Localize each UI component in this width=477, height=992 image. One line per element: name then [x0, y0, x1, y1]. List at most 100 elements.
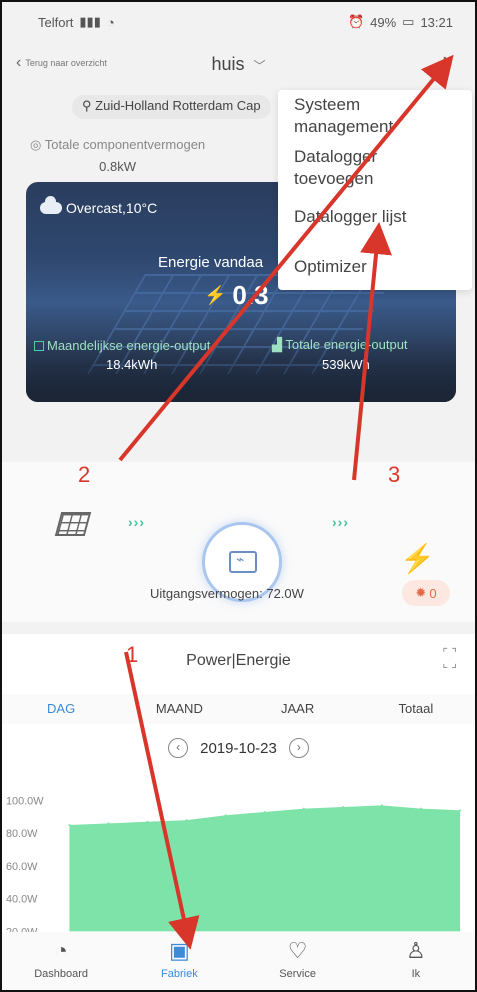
nav-ik[interactable]: ♙ Ik: [357, 932, 475, 990]
period-tabs: DAG MAAND JAAR Totaal: [2, 694, 475, 724]
monthly-output-label: Maandelijkse energie-output: [47, 338, 211, 353]
power-area-series: [69, 805, 461, 932]
annotation-label-2: 2: [78, 462, 91, 487]
tab-year[interactable]: JAAR: [239, 694, 357, 724]
energy-today-value: 0.3: [232, 280, 269, 310]
component-power: ◎ Totale componentvermogen 0.8kW: [30, 137, 205, 174]
next-day-button[interactable]: ›: [288, 738, 309, 758]
location-pill: ⚲ Zuid-Holland Rotterdam Cap: [72, 95, 271, 119]
location-text: Zuid-Holland Rotterdam Cap: [95, 98, 261, 113]
y-tick-label: 40.0W: [6, 894, 38, 906]
tab-month[interactable]: MAAND: [120, 694, 238, 724]
menu-item-label: Datalogger: [294, 147, 378, 166]
data-point: [302, 807, 305, 810]
data-point: [107, 822, 110, 825]
cloud-icon: [40, 196, 62, 214]
solar-panel-icon: [54, 512, 92, 536]
add-menu: Systeem management Datalogger toevoegen …: [278, 90, 472, 290]
chevron-down-icon: ﹀: [253, 59, 266, 73]
status-bar: Telfort ▮▮▮ ◔ ⏰ 49% ▭ 13:21: [2, 2, 475, 42]
menu-item-label: toevoegen: [294, 169, 374, 188]
clock-time: 13:21: [420, 14, 453, 30]
plant-selector[interactable]: huis ﹀: [2, 54, 475, 75]
annotation-label-3: 3: [388, 462, 401, 487]
battery-icon: ▭: [402, 14, 415, 29]
service-icon: ♡: [287, 938, 308, 963]
carrier-label: Telfort: [38, 14, 74, 30]
menu-item-datalogger-list[interactable]: Datalogger lijst: [294, 206, 406, 228]
y-tick-label: 100.0W: [6, 795, 44, 807]
inverter-icon: [229, 551, 257, 573]
nav-label: Dashboard: [34, 968, 89, 980]
chart-title: Power|Energie: [186, 652, 291, 669]
nav-service[interactable]: ♡ Service: [239, 932, 357, 990]
menu-item-add-datalogger[interactable]: Datalogger toevoegen: [294, 146, 377, 190]
plus-icon[interactable]: +: [437, 48, 453, 80]
annotation-label-1: 1: [126, 642, 139, 667]
data-point: [185, 819, 188, 822]
nav-dashboard[interactable]: ◔ Dashboard: [2, 932, 120, 990]
alarm-count: 0: [429, 585, 437, 601]
nav-fabriek[interactable]: ▣ Fabriek: [120, 932, 238, 990]
nav-label: Fabriek: [161, 968, 198, 980]
profile-icon: ♙: [406, 938, 426, 963]
bottom-nav: ◔ Dashboard ▣ Fabriek ♡ Service ♙ Ik: [2, 932, 475, 990]
menu-item-optimizer[interactable]: Optimizer: [294, 256, 367, 278]
menu-item-label: Systeem: [294, 95, 361, 114]
app-header: ‹ Terug naar overzicht huis ﹀ +: [2, 44, 475, 88]
monthly-output: Maandelijkse energie-output 18.4kWh: [34, 338, 210, 372]
y-tick-label: 80.0W: [6, 828, 38, 840]
total-output-value: 539kWh: [322, 357, 370, 372]
warning-icon: ✹: [415, 585, 427, 600]
power-chart: 100.0W80.0W60.0W40.0W20.0W: [6, 795, 462, 934]
total-output: ▟ Totale energie-output 539kWh: [272, 337, 408, 372]
date-label[interactable]: 2019-10-23: [200, 740, 277, 757]
plant-title: huis: [211, 54, 245, 74]
previous-day-button[interactable]: ‹: [168, 738, 189, 758]
date-picker: ‹ 2019-10-23 ›: [2, 738, 475, 758]
plant-icon: ▣: [168, 938, 190, 963]
info-icon: ◎: [30, 137, 42, 152]
power-tower-icon: ⚡: [400, 543, 435, 574]
wifi-icon: ◔: [106, 14, 115, 30]
chart-icon: ▟: [272, 337, 282, 352]
flow-dots-icon: ›››: [128, 514, 145, 530]
menu-item-system-management[interactable]: Systeem management: [294, 94, 393, 138]
nav-label: Ik: [411, 968, 421, 980]
data-point: [146, 820, 149, 823]
alarm-badge[interactable]: ✹ 0: [402, 580, 450, 606]
data-point: [380, 804, 383, 807]
tab-total[interactable]: Totaal: [357, 694, 475, 724]
energy-today-label: Energie vandaa: [158, 254, 264, 271]
chart-section: Power|Energie ⌜ ⌝ ⌞ ⌟ DAG MAAND JAAR Tota…: [2, 634, 475, 934]
bolt-icon: ⚡: [204, 285, 227, 305]
component-power-value: 0.8kW: [99, 159, 136, 174]
y-tick-label: 60.0W: [6, 861, 38, 873]
data-point: [420, 807, 423, 810]
data-point: [224, 814, 227, 817]
location-pin-icon: ⚲: [82, 98, 92, 113]
output-power: Uitgangsvermogen: 72.0W: [150, 586, 304, 601]
app-screen: Telfort ▮▮▮ ◔ ⏰ 49% ▭ 13:21 ‹ Terug naar…: [0, 0, 477, 992]
flow-dots-icon: ›››: [332, 514, 349, 530]
nav-label: Service: [279, 968, 316, 980]
battery-percent: 49%: [370, 14, 397, 30]
monthly-output-value: 18.4kWh: [106, 357, 158, 372]
energy-today: ⚡ 0.3: [204, 280, 269, 311]
signal-icon: ▮▮▮: [79, 14, 101, 29]
energy-flow: ››› ››› ⚡ Uitgangsvermogen: 72.0W ✹ 0: [2, 462, 475, 622]
menu-item-label: management: [294, 117, 394, 136]
expand-icon[interactable]: ⌜ ⌝ ⌞ ⌟: [442, 647, 457, 669]
data-point: [68, 824, 71, 827]
weather: Overcast,10°C: [40, 196, 158, 216]
dashboard-icon: ◔: [54, 938, 68, 963]
calendar-icon: [34, 341, 44, 351]
data-point: [459, 809, 462, 812]
total-output-label: Totale energie-output: [285, 337, 408, 352]
flow-diagram: ››› ››› ⚡: [2, 492, 475, 602]
tab-day[interactable]: DAG: [2, 694, 120, 724]
component-power-label: Totale componentvermogen: [44, 137, 206, 152]
data-point: [341, 806, 344, 809]
alarm-clock-icon: ⏰: [347, 14, 365, 29]
weather-text: Overcast,10°C: [66, 200, 158, 216]
